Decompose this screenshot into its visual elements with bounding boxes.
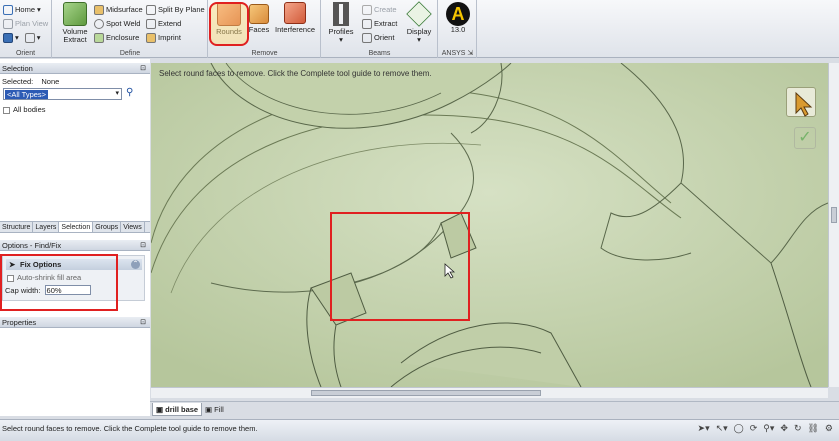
display-icon: [406, 1, 432, 27]
pan-icon[interactable]: ✥: [780, 423, 788, 434]
tab-layers[interactable]: Layers: [33, 222, 60, 232]
faces-button[interactable]: Faces: [245, 2, 273, 34]
remove-group-label: Remove: [251, 50, 278, 57]
ansys-group: A 13.0 ANSYS ⇲: [439, 0, 477, 58]
plan-view-button[interactable]: Plan View: [3, 17, 48, 30]
enclosure-icon: [94, 32, 104, 43]
document-tabs: ▣ drill base ▣ Fill: [150, 401, 839, 417]
volume-extract-icon: [63, 2, 87, 26]
status-bar: Select round faces to remove. Click the …: [0, 419, 839, 441]
midsurface-button[interactable]: Midsurface: [94, 3, 143, 16]
ansys-logo-icon: A: [446, 2, 470, 26]
document-icon: ▣: [156, 405, 166, 414]
refresh-icon[interactable]: ⟳: [750, 423, 758, 434]
horizontal-scrollbar[interactable]: [151, 387, 828, 398]
fix-options-highlight: [0, 254, 118, 311]
pin-icon[interactable]: ⊡: [140, 317, 146, 328]
extract-beam-button[interactable]: Extract: [362, 17, 397, 30]
all-bodies-checkbox[interactable]: All bodies: [3, 105, 46, 114]
search-icon[interactable]: ⚲: [126, 87, 140, 101]
tab-views[interactable]: Views: [121, 222, 145, 232]
interference-icon: [284, 2, 306, 24]
imprint-button[interactable]: Imprint: [146, 31, 181, 44]
split-by-plane-button[interactable]: Split By Plane: [146, 3, 205, 16]
selection-panel-header: Selection ⊡: [0, 63, 150, 74]
plan-view-icon: [3, 18, 13, 29]
viewport-hint: Select round faces to remove. Click the …: [159, 69, 432, 78]
spin-icon[interactable]: ↻: [794, 423, 802, 434]
define-group-label: Define: [119, 50, 141, 57]
midsurface-icon: [94, 4, 104, 15]
panel-tabs: Structure Layers Selection Groups Views: [0, 221, 150, 233]
extend-button[interactable]: Extend: [146, 17, 181, 30]
collapse-icon[interactable]: ⌃: [131, 260, 140, 269]
status-toolbar: ➤▾ ↖▾ ◯ ⟳ ⚲▾ ✥ ↻ ⛓ ⚙: [698, 423, 833, 434]
enclosure-button[interactable]: Enclosure: [94, 31, 139, 44]
selected-info: Selected: None: [2, 77, 60, 86]
volume-extract-button[interactable]: Volume Extract: [57, 2, 93, 44]
create-beam-icon: [362, 4, 372, 15]
orient-beam-icon: [362, 32, 372, 43]
create-beam-button[interactable]: Create: [362, 3, 397, 16]
tab-selection[interactable]: Selection: [59, 222, 94, 232]
complete-tool-guide-icon[interactable]: ✓: [794, 127, 816, 149]
display-style-icon: [24, 32, 35, 43]
home-button[interactable]: Home ▾: [3, 3, 41, 16]
extract-beam-icon: [362, 18, 372, 29]
cube-icon: [3, 32, 13, 43]
selection-filter-dropdown[interactable]: <All Types> ▾: [3, 88, 122, 100]
stop-icon[interactable]: ◯: [734, 423, 744, 434]
chevron-down-icon: ▾: [115, 90, 119, 97]
orient-group: Home ▾ Plan View ▾ ▾ Orient: [0, 0, 52, 58]
rounds-highlight: [209, 2, 249, 46]
left-panel: Selection ⊡ Selected: None <All Types> ▾…: [0, 59, 150, 416]
vertical-scrollbar[interactable]: [828, 63, 839, 387]
split-by-plane-icon: [146, 4, 156, 15]
status-text: Select round faces to remove. Click the …: [2, 424, 258, 433]
profiles-button[interactable]: Profiles ▾: [324, 2, 358, 44]
faces-icon: [249, 4, 269, 24]
options-panel-header: Options - Find/Fix ⊡: [0, 240, 150, 251]
3d-viewport[interactable]: Select round faces to remove. Click the …: [151, 63, 828, 387]
display-button[interactable]: Display ▾: [402, 1, 436, 44]
beams-group: Profiles ▾ Create Extract Orient Display…: [322, 0, 438, 58]
pointer-icon[interactable]: ↖▾: [716, 423, 728, 434]
horizontal-scroll-thumb[interactable]: [311, 390, 541, 396]
interference-button[interactable]: Interference: [273, 2, 317, 34]
view-cube-button[interactable]: ▾ ▾: [3, 31, 41, 44]
beams-group-label: Beams: [368, 50, 391, 57]
home-icon: [3, 4, 13, 15]
ansys-button[interactable]: A 13.0: [445, 2, 471, 34]
properties-panel-header: Properties ⊡: [0, 317, 150, 328]
extend-icon: [146, 18, 156, 29]
tab-structure[interactable]: Structure: [0, 222, 34, 232]
settings-icon[interactable]: ⚙: [825, 423, 833, 434]
spot-weld-button[interactable]: Spot Weld: [94, 17, 140, 30]
document-icon: ▣: [205, 405, 215, 414]
link-icon[interactable]: ⛓: [807, 423, 818, 434]
orient-beam-button[interactable]: Orient: [362, 31, 394, 44]
vertical-scroll-thumb[interactable]: [831, 207, 837, 223]
tab-fill[interactable]: ▣ Fill: [202, 403, 227, 416]
zoom-icon[interactable]: ⚲▾: [763, 423, 774, 434]
select-tool-guide-icon[interactable]: [786, 87, 816, 117]
orient-group-label: Orient: [15, 50, 36, 57]
pin-icon[interactable]: ⊡: [140, 63, 146, 74]
select-mode-icon[interactable]: ➤▾: [698, 423, 710, 434]
profiles-icon: [333, 2, 349, 26]
define-group: Volume Extract Midsurface Spot Weld Encl…: [53, 0, 208, 58]
model-geometry: [151, 63, 828, 387]
pin-icon[interactable]: ⊡: [140, 240, 146, 251]
tab-drill-base[interactable]: ▣ drill base: [152, 403, 203, 416]
tab-groups[interactable]: Groups: [93, 222, 122, 232]
spot-weld-icon: [94, 18, 104, 29]
imprint-icon: [146, 32, 156, 43]
ansys-group-label: ANSYS ⇲: [441, 50, 474, 57]
ribbon: Home ▾ Plan View ▾ ▾ Orient Volume Extra…: [0, 0, 839, 58]
